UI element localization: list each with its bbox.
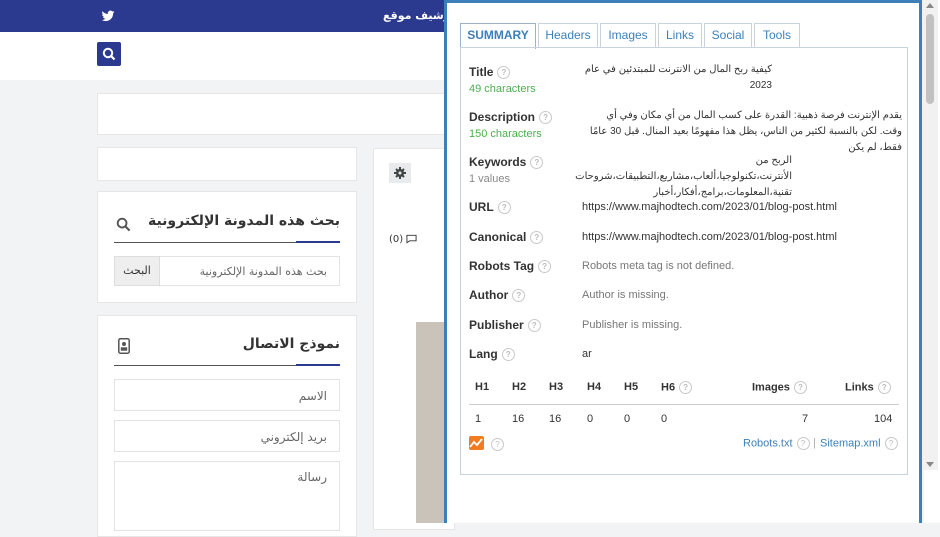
search-input[interactable]: بحث هذه المدونة الإلكترونية bbox=[158, 256, 340, 286]
links-count: 104 bbox=[874, 413, 893, 425]
help-icon[interactable]: ? bbox=[497, 201, 511, 215]
contact-message-field[interactable]: رسالة bbox=[114, 461, 340, 531]
help-icon[interactable]: ? bbox=[512, 289, 526, 303]
comment-icon bbox=[406, 234, 417, 244]
h3-label: H3 bbox=[549, 381, 564, 393]
contact-name-field[interactable]: الاسم bbox=[114, 379, 340, 411]
keywords-value: الربح من الأنترنت،تكنولوجيا،ألعاب،مشاريع… bbox=[575, 155, 792, 198]
widget-title-underline bbox=[296, 364, 340, 366]
contact-widget-title: نموذج الاتصال bbox=[242, 336, 340, 352]
publisher-value: Publisher is missing. bbox=[582, 319, 683, 331]
comments-count[interactable]: (0) bbox=[389, 234, 417, 245]
author-row-label: Author? bbox=[469, 288, 526, 303]
keywords-count: 1 values bbox=[469, 173, 510, 185]
h4-label: H4 bbox=[587, 381, 602, 393]
help-icon[interactable]: ? bbox=[679, 381, 693, 394]
help-icon[interactable]: ? bbox=[796, 437, 810, 450]
search-widget: بحث هذه المدونة الإلكترونية بحث هذه المد… bbox=[97, 191, 357, 303]
help-icon[interactable]: ? bbox=[501, 348, 515, 362]
tab-summary[interactable]: SUMMARY bbox=[460, 23, 536, 49]
summary-panel: Title? 49 characters كيفية ربح المال من … bbox=[460, 47, 908, 475]
h2-label: H2 bbox=[512, 381, 527, 393]
search-icon bbox=[102, 47, 116, 61]
help-icon[interactable]: ? bbox=[538, 260, 552, 274]
gear-icon bbox=[394, 167, 406, 179]
scroll-up-arrow[interactable] bbox=[926, 3, 934, 8]
url-value[interactable]: https://www.majhodtech.com/2023/01/blog-… bbox=[582, 201, 837, 213]
sitemap-link[interactable]: Sitemap.xml? bbox=[820, 437, 898, 450]
title-value: كيفية ربح المال من الانترنت للمبتدئين في… bbox=[584, 64, 772, 91]
tab-headers[interactable]: Headers bbox=[538, 23, 598, 48]
sidebar-empty-card bbox=[97, 147, 357, 181]
canonical-value[interactable]: https://www.majhodtech.com/2023/01/blog-… bbox=[582, 231, 837, 243]
help-icon[interactable]: ? bbox=[793, 381, 807, 394]
h5-label: H5 bbox=[624, 381, 639, 393]
author-value: Author is missing. bbox=[582, 289, 669, 301]
scrollbar-thumb[interactable] bbox=[926, 14, 934, 104]
comments-count-value: (0) bbox=[389, 234, 404, 245]
seo-meta-panel: SUMMARY Headers Images Links Social Tool… bbox=[444, 0, 922, 523]
h2-count: 16 bbox=[512, 413, 525, 425]
help-icon[interactable]: ? bbox=[530, 156, 544, 170]
h1-label: H1 bbox=[475, 381, 490, 393]
description-length: 150 characters bbox=[469, 128, 542, 140]
help-icon[interactable]: ? bbox=[539, 111, 553, 125]
h3-count: 16 bbox=[549, 413, 562, 425]
contact-widget: نموذج الاتصال الاسم بريد إلكتروني رسالة bbox=[97, 315, 357, 537]
h4-count: 0 bbox=[587, 413, 594, 425]
lang-value: ar bbox=[582, 348, 592, 360]
tab-tools[interactable]: Tools bbox=[754, 23, 800, 48]
title-row-label: Title? bbox=[469, 65, 511, 80]
post-settings-button[interactable] bbox=[389, 163, 411, 183]
robots-txt-link[interactable]: Robots.txt? bbox=[743, 437, 810, 450]
header-search-button[interactable] bbox=[97, 42, 121, 66]
headings-divider bbox=[469, 404, 899, 405]
trend-chart-icon[interactable] bbox=[469, 436, 484, 450]
description-row-label: Description? bbox=[469, 110, 553, 125]
h6-count: 0 bbox=[661, 413, 668, 425]
title-length: 49 characters bbox=[469, 83, 536, 95]
keywords-row-label: Keywords? bbox=[469, 155, 544, 170]
widget-title-underline bbox=[296, 241, 340, 243]
panel-scrollbar[interactable] bbox=[922, 0, 938, 470]
search-icon bbox=[116, 217, 131, 232]
lang-row-label: Lang? bbox=[469, 347, 515, 362]
help-icon[interactable]: ? bbox=[884, 437, 898, 450]
tab-social[interactable]: Social bbox=[704, 23, 752, 48]
help-icon[interactable]: ? bbox=[527, 319, 541, 333]
contact-card-icon bbox=[118, 338, 130, 354]
tab-links[interactable]: Links bbox=[658, 23, 702, 48]
publisher-row-label: Publisher? bbox=[469, 318, 541, 333]
description-value: يقدم الإنترنت فرصة ذهبية: القدرة على كسب… bbox=[589, 110, 902, 153]
twitter-icon[interactable] bbox=[101, 9, 115, 23]
h5-count: 0 bbox=[624, 413, 631, 425]
robots-value: Robots meta tag is not defined. bbox=[582, 260, 735, 272]
help-icon[interactable]: ? bbox=[491, 438, 504, 451]
links-label: Links? bbox=[845, 381, 891, 394]
tab-images[interactable]: Images bbox=[600, 23, 656, 48]
canonical-row-label: Canonical? bbox=[469, 230, 544, 245]
help-icon[interactable]: ? bbox=[530, 231, 544, 245]
content-top-card bbox=[97, 93, 449, 135]
images-label: Images? bbox=[752, 381, 807, 394]
url-row-label: URL? bbox=[469, 200, 511, 215]
help-icon[interactable]: ? bbox=[877, 381, 891, 394]
link-separator: | bbox=[813, 437, 816, 449]
scroll-down-arrow[interactable] bbox=[926, 462, 934, 467]
images-count: 7 bbox=[802, 413, 809, 425]
robots-row-label: Robots Tag? bbox=[469, 259, 552, 274]
search-widget-title: بحث هذه المدونة الإلكترونية bbox=[147, 213, 340, 229]
h1-count: 1 bbox=[475, 413, 482, 425]
h6-label: H6? bbox=[661, 381, 693, 394]
help-icon[interactable]: ? bbox=[497, 66, 511, 80]
search-submit-button[interactable]: البحث bbox=[114, 256, 160, 286]
contact-email-field[interactable]: بريد إلكتروني bbox=[114, 420, 340, 452]
